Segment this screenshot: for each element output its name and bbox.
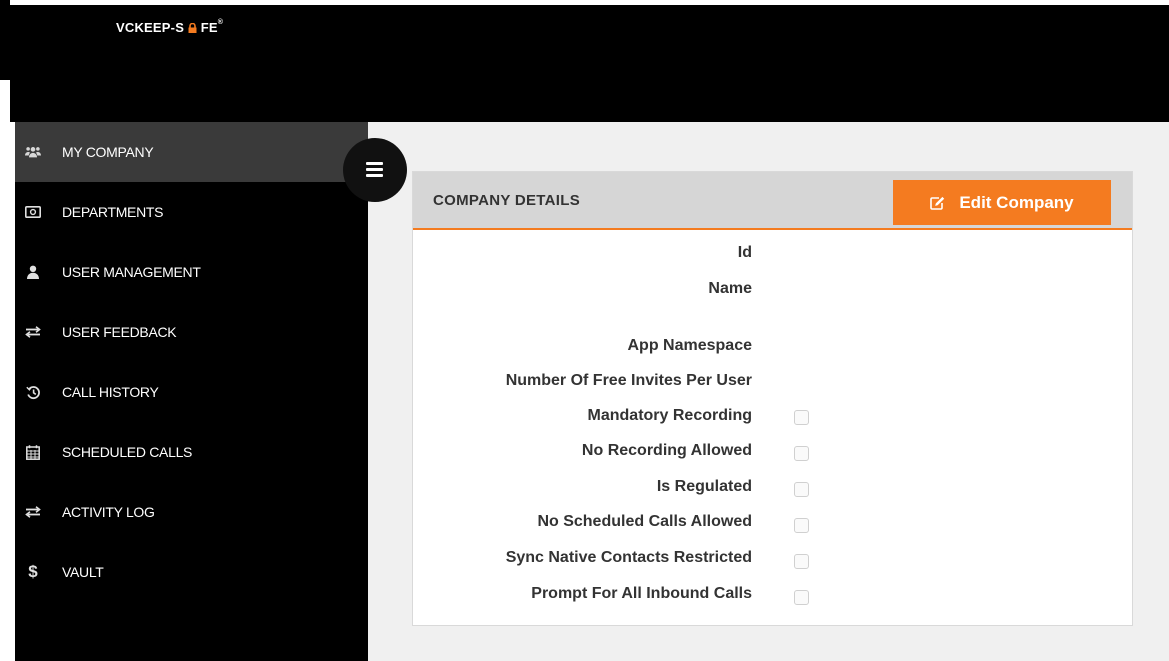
edit-company-button[interactable]: Edit Company — [893, 180, 1111, 225]
is-regulated-checkbox[interactable] — [794, 482, 809, 497]
field-label-no-recording-allowed: No Recording Allowed — [581, 442, 752, 459]
no-recording-allowed-checkbox[interactable] — [794, 446, 809, 461]
brand-logo[interactable]: VCKEEP-S FE® — [116, 19, 224, 35]
sidebar-item-scheduled-calls[interactable]: SCHEDULED CALLS — [15, 422, 368, 482]
sidebar-item-activity-log[interactable]: ACTIVITY LOG — [15, 482, 368, 542]
prompt-inbound-calls-checkbox[interactable] — [794, 590, 809, 605]
panel-header: COMPANY DETAILS Edit Company — [413, 172, 1132, 230]
field-label-prompt-inbound-calls: Prompt For All Inbound Calls — [531, 585, 752, 602]
sidebar-item-label: ACTIVITY LOG — [62, 504, 155, 520]
sidebar-item-my-company[interactable]: MY COMPANY — [15, 122, 368, 182]
user-icon — [25, 264, 41, 280]
field-label-name: Name — [708, 280, 752, 297]
header-edge — [0, 0, 10, 80]
sidebar-item-user-feedback[interactable]: USER FEEDBACK — [15, 302, 368, 362]
field-label-no-scheduled-calls: No Scheduled Calls Allowed — [537, 513, 752, 530]
sidebar-item-label: VAULT — [62, 564, 104, 580]
field-label-mandatory-recording: Mandatory Recording — [587, 407, 752, 424]
field-label-id: Id — [737, 244, 752, 261]
field-label-app-namespace: App Namespace — [627, 337, 753, 354]
users-icon — [25, 144, 41, 160]
sidebar-item-label: SCHEDULED CALLS — [62, 444, 193, 460]
company-details-panel: COMPANY DETAILS Edit Company Id Name App… — [412, 171, 1133, 626]
no-scheduled-calls-checkbox[interactable] — [794, 518, 809, 533]
edit-icon — [930, 196, 945, 210]
hamburger-icon — [365, 160, 383, 178]
id-card-icon — [25, 204, 41, 220]
calendar-icon — [25, 444, 41, 460]
menu-toggle-button[interactable] — [343, 138, 407, 202]
field-label-sync-native-contacts: Sync Native Contacts Restricted — [505, 549, 752, 566]
sidebar-item-call-history[interactable]: CALL HISTORY — [15, 362, 368, 422]
field-label-is-regulated: Is Regulated — [656, 478, 752, 495]
top-header: VCKEEP-S FE® — [10, 5, 1169, 122]
sidebar-item-label: USER FEEDBACK — [62, 324, 177, 340]
sidebar-item-label: CALL HISTORY — [62, 384, 159, 400]
logo-registered-mark: ® — [217, 19, 224, 26]
edit-company-label: Edit Company — [959, 192, 1074, 212]
sync-native-contacts-checkbox[interactable] — [794, 554, 809, 569]
sidebar-item-label: USER MANAGEMENT — [62, 264, 201, 280]
sidebar-item-label: MY COMPANY — [62, 144, 154, 160]
sidebar-item-user-management[interactable]: USER MANAGEMENT — [15, 242, 368, 302]
lock-icon — [184, 20, 201, 35]
panel-title: COMPANY DETAILS — [433, 192, 581, 209]
sidebar-item-label: DEPARTMENTS — [62, 204, 164, 220]
logo-text-suffix: FE — [200, 20, 218, 35]
mandatory-recording-checkbox[interactable] — [794, 410, 809, 425]
field-label-free-invites: Number Of Free Invites Per User — [505, 372, 752, 389]
app-window: VCKEEP-S FE® MY COMPANY DEPARTMENTS USER… — [0, 0, 1169, 661]
history-icon — [25, 384, 41, 400]
exchange-icon — [25, 324, 41, 340]
sidebar-nav: MY COMPANY DEPARTMENTS USER MANAGEMENT U… — [15, 122, 368, 661]
sidebar-item-vault[interactable]: $ VAULT — [15, 542, 368, 602]
exchange-icon — [25, 504, 41, 520]
dollar-icon: $ — [28, 562, 38, 581]
sidebar-item-departments[interactable]: DEPARTMENTS — [15, 182, 368, 242]
main-content: COMPANY DETAILS Edit Company Id Name App… — [368, 122, 1169, 661]
logo-text-prefix: VCKEEP-S — [116, 20, 185, 35]
